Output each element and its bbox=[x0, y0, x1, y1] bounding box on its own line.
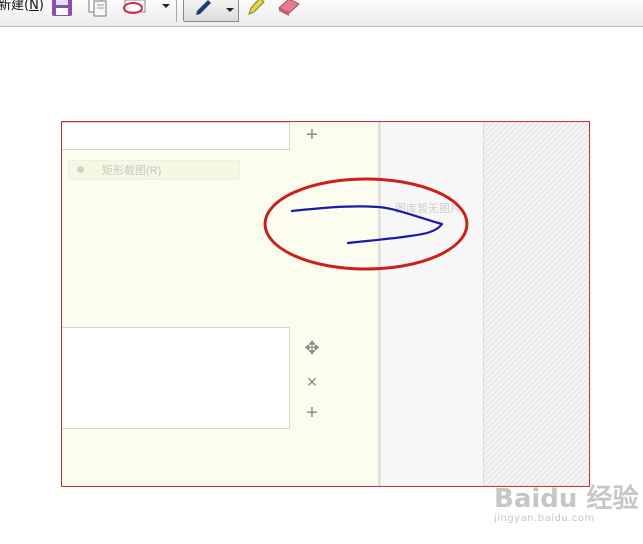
radio-icon bbox=[77, 166, 84, 173]
toolbar-separator bbox=[176, 0, 177, 22]
save-icon[interactable] bbox=[50, 0, 74, 23]
pen-tool-button[interactable] bbox=[183, 0, 223, 22]
new-label: 新建 bbox=[0, 0, 25, 13]
capture-mode-label: 矩形截图(R) bbox=[102, 165, 162, 177]
add-top-icon[interactable]: + bbox=[302, 125, 322, 145]
capture-mode-option[interactable]: 矩形截图(R) bbox=[68, 160, 240, 180]
watermark-brand: Baidu 经验 bbox=[494, 484, 639, 514]
copy-icon[interactable] bbox=[86, 0, 110, 23]
gallery-pane: 图库暂无图片 bbox=[381, 122, 483, 486]
screenshot-panel: + 矩形截图(R) ✥ × + 图库暂无图片 bbox=[61, 121, 590, 487]
hatched-background bbox=[483, 122, 589, 486]
close-icon[interactable]: × bbox=[302, 372, 322, 392]
move-icon[interactable]: ✥ bbox=[302, 338, 322, 358]
pen-dropdown-button[interactable] bbox=[222, 0, 239, 22]
pen-icon bbox=[193, 0, 213, 23]
dropdown-icon[interactable] bbox=[161, 0, 171, 16]
chevron-down-icon bbox=[225, 2, 235, 20]
new-button[interactable]: 新建(N) bbox=[0, 0, 44, 13]
gallery-empty-text: 图库暂无图片 bbox=[395, 203, 461, 215]
watermark-url: jingyan.baidu.com bbox=[494, 513, 595, 524]
top-input-box[interactable] bbox=[62, 122, 290, 150]
bottom-input-box[interactable] bbox=[62, 327, 290, 429]
settings-pane: + 矩形截图(R) ✥ × + bbox=[62, 122, 379, 486]
eraser-icon[interactable] bbox=[276, 0, 302, 23]
highlighter-icon[interactable] bbox=[246, 0, 266, 23]
add-bottom-icon[interactable]: + bbox=[302, 403, 322, 423]
new-shortcut: N bbox=[29, 0, 39, 13]
baidu-watermark: Baidu 经验 jingyan.baidu.com bbox=[494, 478, 639, 524]
send-email-icon[interactable] bbox=[121, 0, 149, 23]
toolbar: 新建(N) bbox=[0, 0, 643, 27]
